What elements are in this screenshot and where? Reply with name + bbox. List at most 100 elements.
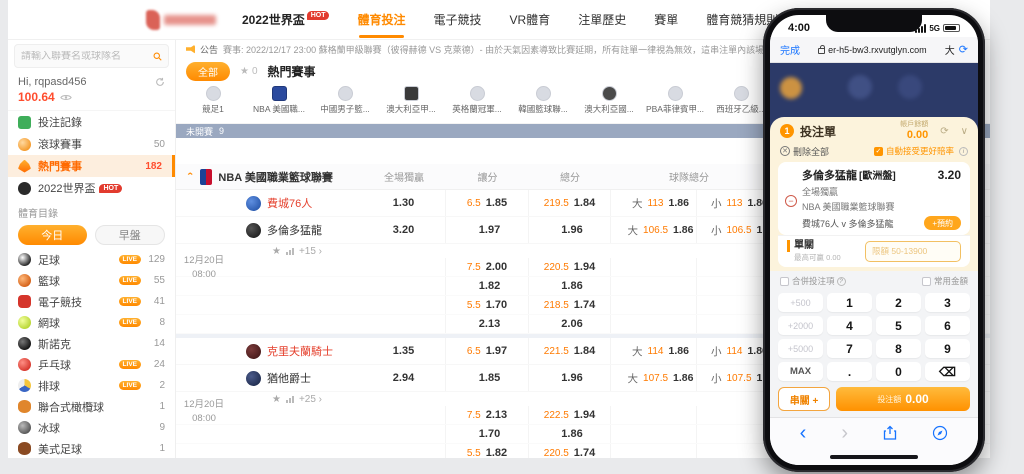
quick-add-500-key[interactable]: +500: [778, 293, 823, 312]
odds-win[interactable]: 1.30: [362, 190, 446, 216]
filter-all-button[interactable]: 全部: [186, 62, 230, 81]
nav-worldcup[interactable]: 2022世界盃 HOT: [242, 11, 329, 28]
parlay-button[interactable]: 串關 +: [778, 387, 830, 411]
reserve-button[interactable]: +預約: [924, 216, 961, 230]
odds-total[interactable]: 2.06: [529, 315, 611, 333]
key-dot[interactable]: .: [827, 362, 872, 381]
common-amount-checkbox[interactable]: [922, 277, 931, 286]
back-icon[interactable]: ‹: [800, 423, 807, 443]
info-icon[interactable]: ?: [837, 277, 846, 286]
refresh-icon[interactable]: ⟳: [940, 126, 948, 137]
sidebar-item-tennis[interactable]: 網球 LIVE 8: [8, 312, 175, 333]
odds-handicap[interactable]: 7.52.00: [446, 258, 529, 276]
max-key[interactable]: MAX: [778, 362, 823, 381]
key-8[interactable]: 8: [876, 339, 921, 358]
url-field[interactable]: er-h5-bw3.rxvutglyn.com: [804, 45, 941, 55]
odds-total[interactable]: 219.51.84: [529, 190, 611, 216]
odds-handicap[interactable]: 6.51.85: [446, 190, 529, 216]
stake-amount-input[interactable]: [865, 241, 961, 262]
nav-schedule[interactable]: 賽單: [654, 11, 678, 28]
backspace-key[interactable]: ⌫: [925, 362, 970, 381]
reload-icon[interactable]: ⟳: [959, 43, 968, 56]
sidebar-item-bet-records[interactable]: 投注記錄: [8, 111, 175, 133]
key-9[interactable]: 9: [925, 339, 970, 358]
odds-total[interactable]: 1.96: [529, 365, 611, 391]
star-icon[interactable]: ★: [272, 394, 281, 405]
odds-handicap[interactable]: 7.52.13: [446, 406, 529, 424]
more-markets-link[interactable]: ★ +25 ›: [232, 394, 362, 405]
nav-vr-sports[interactable]: VR體育: [510, 11, 551, 28]
odds-total[interactable]: 220.51.94: [529, 258, 611, 276]
league-filter-item[interactable]: 澳大利亞國...: [576, 86, 642, 115]
sidebar-item-esports[interactable]: 電子競技 LIVE 41: [8, 291, 175, 312]
nav-esports[interactable]: 電子競技: [434, 11, 482, 28]
odds-win[interactable]: 3.20: [362, 217, 446, 243]
odds-handicap[interactable]: 1.85: [446, 365, 529, 391]
sidebar-item-snooker[interactable]: 斯諾克 14: [8, 333, 175, 354]
league-filter-item[interactable]: PBA菲律賓甲...: [642, 86, 708, 115]
done-button[interactable]: 完成: [780, 42, 800, 57]
more-markets-link[interactable]: ★ +15 ›: [232, 246, 362, 257]
tab-early[interactable]: 早盤: [95, 225, 166, 245]
league-filter-item-nba[interactable]: NBA 美國職...: [246, 86, 312, 115]
info-icon[interactable]: i: [959, 147, 968, 156]
auto-accept-toggle[interactable]: ✓ 自動接受更好賠率 i: [874, 145, 968, 157]
checkbox-checked-icon[interactable]: ✓: [874, 147, 883, 156]
share-icon[interactable]: [883, 425, 897, 441]
nav-sports-betting[interactable]: 體育投注: [357, 11, 405, 28]
odds-handicap[interactable]: 2.13: [446, 315, 529, 333]
sidebar-item-rugby[interactable]: 聯合式橄欖球 1: [8, 396, 175, 417]
odds-handicap[interactable]: 1.97: [446, 217, 529, 243]
odds-total[interactable]: 1.96: [529, 217, 611, 243]
odds-team-total-over[interactable]: 大106.51.86: [611, 217, 697, 243]
star-icon[interactable]: ★: [272, 246, 281, 257]
odds-team-total-over[interactable]: 大107.51.86: [611, 365, 697, 391]
brand-logo[interactable]: [146, 10, 216, 30]
key-6[interactable]: 6: [925, 316, 970, 335]
odds-win[interactable]: 1.35: [362, 338, 446, 364]
odds-team-total-over[interactable]: 大1141.86: [611, 338, 697, 364]
forward-icon[interactable]: ›: [841, 423, 848, 443]
home-indicator[interactable]: [830, 455, 918, 459]
sidebar-item-amfootball[interactable]: 美式足球 1: [8, 438, 175, 458]
favorites-filter[interactable]: ★ 0: [240, 66, 258, 77]
odds-handicap[interactable]: 1.82: [446, 277, 529, 295]
delete-all-label[interactable]: 刪除全部: [793, 145, 829, 158]
sidebar-item-hot-events[interactable]: 熱門賽事 182: [8, 155, 175, 177]
stats-icon[interactable]: [286, 396, 294, 403]
sidebar-item-icehockey[interactable]: 冰球 9: [8, 417, 175, 438]
odds-total[interactable]: 218.51.74: [529, 296, 611, 314]
delete-all-icon[interactable]: ✕: [780, 146, 790, 156]
odds-handicap[interactable]: 6.51.97: [446, 338, 529, 364]
league-filter-item[interactable]: 英格蘭冠軍...: [444, 86, 510, 115]
odds-total[interactable]: 1.86: [529, 277, 611, 295]
collapse-chevron-icon[interactable]: ∨: [961, 126, 968, 137]
sidebar-item-worldcup[interactable]: 2022世界盃 HOT: [8, 177, 175, 199]
text-size-button[interactable]: 大: [945, 42, 955, 57]
refresh-icon[interactable]: [155, 77, 165, 87]
search-box[interactable]: [14, 44, 169, 68]
eye-icon[interactable]: [60, 93, 72, 102]
key-7[interactable]: 7: [827, 339, 872, 358]
key-2[interactable]: 2: [876, 293, 921, 312]
nav-bet-history[interactable]: 注單歷史: [578, 11, 626, 28]
merge-checkbox[interactable]: [780, 277, 789, 286]
odds-handicap[interactable]: 1.70: [446, 425, 529, 443]
search-input[interactable]: [21, 51, 153, 62]
key-4[interactable]: 4: [827, 316, 872, 335]
key-0[interactable]: 0: [876, 362, 921, 381]
odds-team-total-over[interactable]: 大1131.86: [611, 190, 697, 216]
odds-total[interactable]: 220.51.74: [529, 444, 611, 458]
key-1[interactable]: 1: [827, 293, 872, 312]
odds-total[interactable]: 1.86: [529, 425, 611, 443]
odds-total[interactable]: 222.51.94: [529, 406, 611, 424]
remove-selection-icon[interactable]: −: [785, 195, 797, 207]
odds-total[interactable]: 221.51.84: [529, 338, 611, 364]
sidebar-item-football[interactable]: 足球 LIVE 129: [8, 249, 175, 270]
quick-add-5000-key[interactable]: +5000: [778, 339, 823, 358]
sidebar-item-volleyball[interactable]: 排球 LIVE 2: [8, 375, 175, 396]
odds-handicap[interactable]: 5.51.70: [446, 296, 529, 314]
tabs-compass-icon[interactable]: [932, 425, 948, 441]
sidebar-item-basketball[interactable]: 籃球 LIVE 55: [8, 270, 175, 291]
key-3[interactable]: 3: [925, 293, 970, 312]
